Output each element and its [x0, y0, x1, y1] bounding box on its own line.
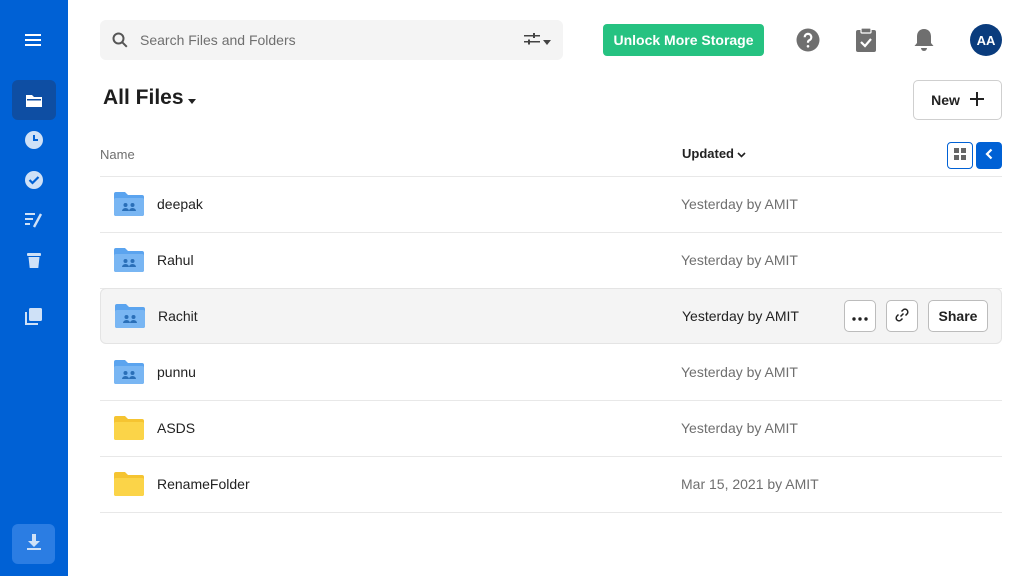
search-bar — [100, 20, 563, 60]
sidebar-item-apps[interactable] — [12, 296, 56, 336]
sidebar-item-files[interactable] — [12, 80, 56, 120]
file-name[interactable]: punnu — [157, 364, 196, 380]
file-updated: Yesterday by AMIT — [681, 420, 798, 436]
search-input[interactable] — [140, 20, 500, 60]
sidebar-item-tasks[interactable] — [12, 160, 56, 200]
shared-folder-icon — [114, 303, 146, 334]
bell-icon[interactable] — [911, 26, 937, 54]
grid-view-button[interactable] — [947, 142, 973, 169]
table-row[interactable]: RenameFolder Mar 15, 2021 by AMIT — [100, 457, 1002, 513]
sidebar — [0, 0, 68, 576]
chevron-down-icon — [737, 146, 746, 161]
file-updated: Yesterday by AMIT — [681, 364, 798, 380]
clock-icon — [24, 130, 44, 150]
more-options-button[interactable] — [844, 300, 876, 332]
row-actions: Share — [844, 300, 988, 332]
table-row[interactable]: deepak Yesterday by AMIT — [100, 177, 1002, 233]
check-circle-icon — [24, 170, 44, 190]
folder-icon — [113, 415, 145, 446]
copy-link-button[interactable] — [886, 300, 918, 332]
page-title[interactable]: All Files — [103, 86, 196, 110]
clipboard-check-icon[interactable] — [853, 26, 879, 54]
caret-down-icon — [543, 32, 551, 50]
link-icon — [894, 307, 910, 326]
sliders-icon — [524, 32, 540, 50]
column-header-updated[interactable]: Updated — [682, 146, 746, 161]
table-row[interactable]: punnu Yesterday by AMIT — [100, 345, 1002, 401]
shared-folder-icon — [113, 247, 145, 278]
menu-icon[interactable] — [12, 20, 56, 60]
file-name[interactable]: deepak — [157, 196, 203, 212]
file-name[interactable]: ASDS — [157, 420, 195, 436]
table-row[interactable]: ASDS Yesterday by AMIT — [100, 401, 1002, 457]
caret-down-icon — [187, 86, 196, 110]
plus-icon — [969, 91, 984, 109]
help-icon[interactable] — [795, 26, 821, 54]
grid-icon — [954, 147, 966, 165]
table-row[interactable]: Rachit Yesterday by AMIT Share — [100, 288, 1002, 344]
folder-icon — [113, 471, 145, 502]
file-updated: Yesterday by AMIT — [681, 252, 798, 268]
unlock-storage-button[interactable]: Unlock More Storage — [603, 24, 764, 56]
chevron-left-icon — [985, 147, 993, 165]
download-button[interactable] — [12, 524, 55, 564]
file-updated: Yesterday by AMIT — [681, 196, 798, 212]
avatar[interactable]: AA — [970, 24, 1002, 56]
ellipsis-icon — [852, 308, 868, 324]
new-button[interactable]: New — [913, 80, 1002, 120]
file-name[interactable]: RenameFolder — [157, 476, 250, 492]
sidebar-item-notes[interactable] — [12, 200, 56, 240]
file-updated: Mar 15, 2021 by AMIT — [681, 476, 819, 492]
shared-folder-icon — [113, 191, 145, 222]
search-filter-button[interactable] — [524, 32, 551, 50]
folder-icon — [25, 93, 43, 108]
page-title-label: All Files — [103, 86, 184, 109]
file-updated: Yesterday by AMIT — [682, 308, 799, 324]
search-icon — [112, 32, 128, 53]
share-button[interactable]: Share — [928, 300, 988, 332]
copy-icon — [24, 306, 44, 326]
file-name[interactable]: Rachit — [158, 308, 198, 324]
notes-icon — [24, 211, 44, 229]
trash-icon — [25, 251, 43, 269]
sidebar-item-recents[interactable] — [12, 120, 56, 160]
column-header-name[interactable]: Name — [100, 147, 135, 162]
sidebar-item-trash[interactable] — [12, 240, 56, 280]
file-name[interactable]: Rahul — [157, 252, 194, 268]
sidebar-toggle-button[interactable] — [976, 142, 1002, 169]
new-button-label: New — [931, 92, 960, 108]
column-header-updated-label: Updated — [682, 146, 734, 161]
shared-folder-icon — [113, 359, 145, 390]
table-row[interactable]: Rahul Yesterday by AMIT — [100, 233, 1002, 289]
download-icon — [26, 533, 42, 556]
